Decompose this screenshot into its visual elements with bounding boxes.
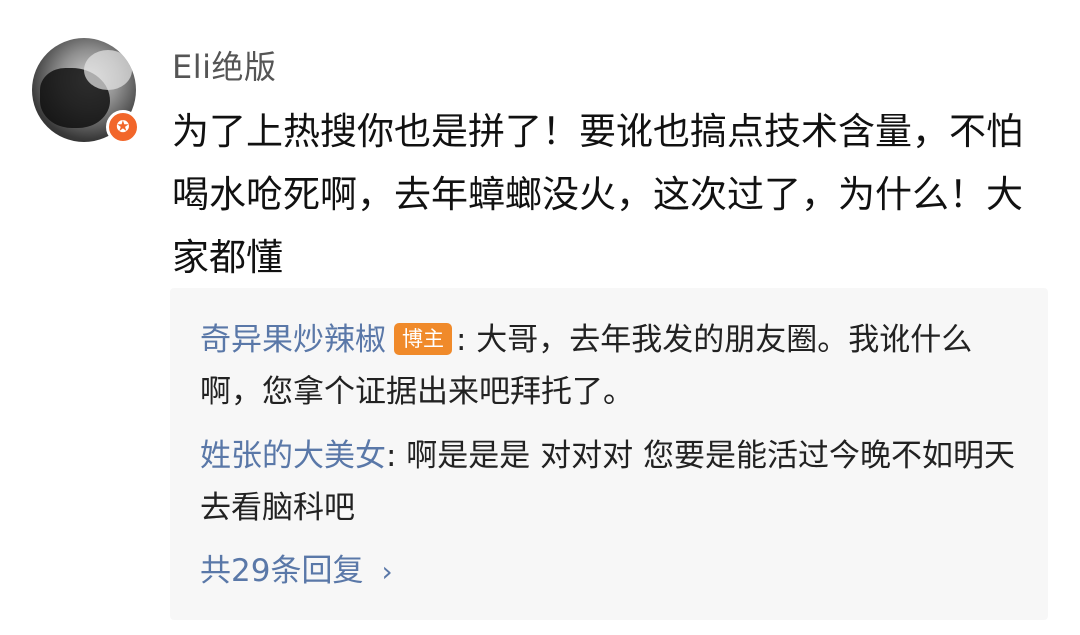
reply-author[interactable]: 奇异果炒辣椒 [200,322,386,358]
author-badge: 博主 [394,323,452,355]
reply-item[interactable]: 奇异果炒辣椒 博主: 大哥，去年我发的朋友圈。我讹什么啊，您拿个证据出来吧拜托了。 [200,314,1020,418]
comment-text: 为了上热搜你也是拼了！要讹也搞点技术含量，不怕喝水呛死啊，去年蟑螂没火，这次过了… [172,110,1023,279]
avatar-container[interactable]: ✪ [32,38,140,146]
reply-author[interactable]: 姓张的大美女 [200,438,386,474]
reply-item[interactable]: 姓张的大美女: 啊是是是 对对对 您要是能活过今晚不如明天去看脑科吧 [200,430,1020,534]
more-replies-label: 共29条回复 [200,553,364,589]
chevron-right-icon: › [381,555,393,588]
avatar-highlight [84,50,132,90]
replies-panel[interactable]: 奇异果炒辣椒 博主: 大哥，去年我发的朋友圈。我讹什么啊，您拿个证据出来吧拜托了。… [170,288,1048,620]
vip-star-icon: ✪ [106,110,140,144]
view-all-replies-button[interactable]: 共29条回复 › [200,545,393,598]
comment-card: ✪ Eli绝版 为了上热搜你也是拼了！要讹也搞点技术含量，不怕喝水呛死啊，去年蟑… [0,0,1080,635]
username[interactable]: Eli绝版 [172,42,277,88]
